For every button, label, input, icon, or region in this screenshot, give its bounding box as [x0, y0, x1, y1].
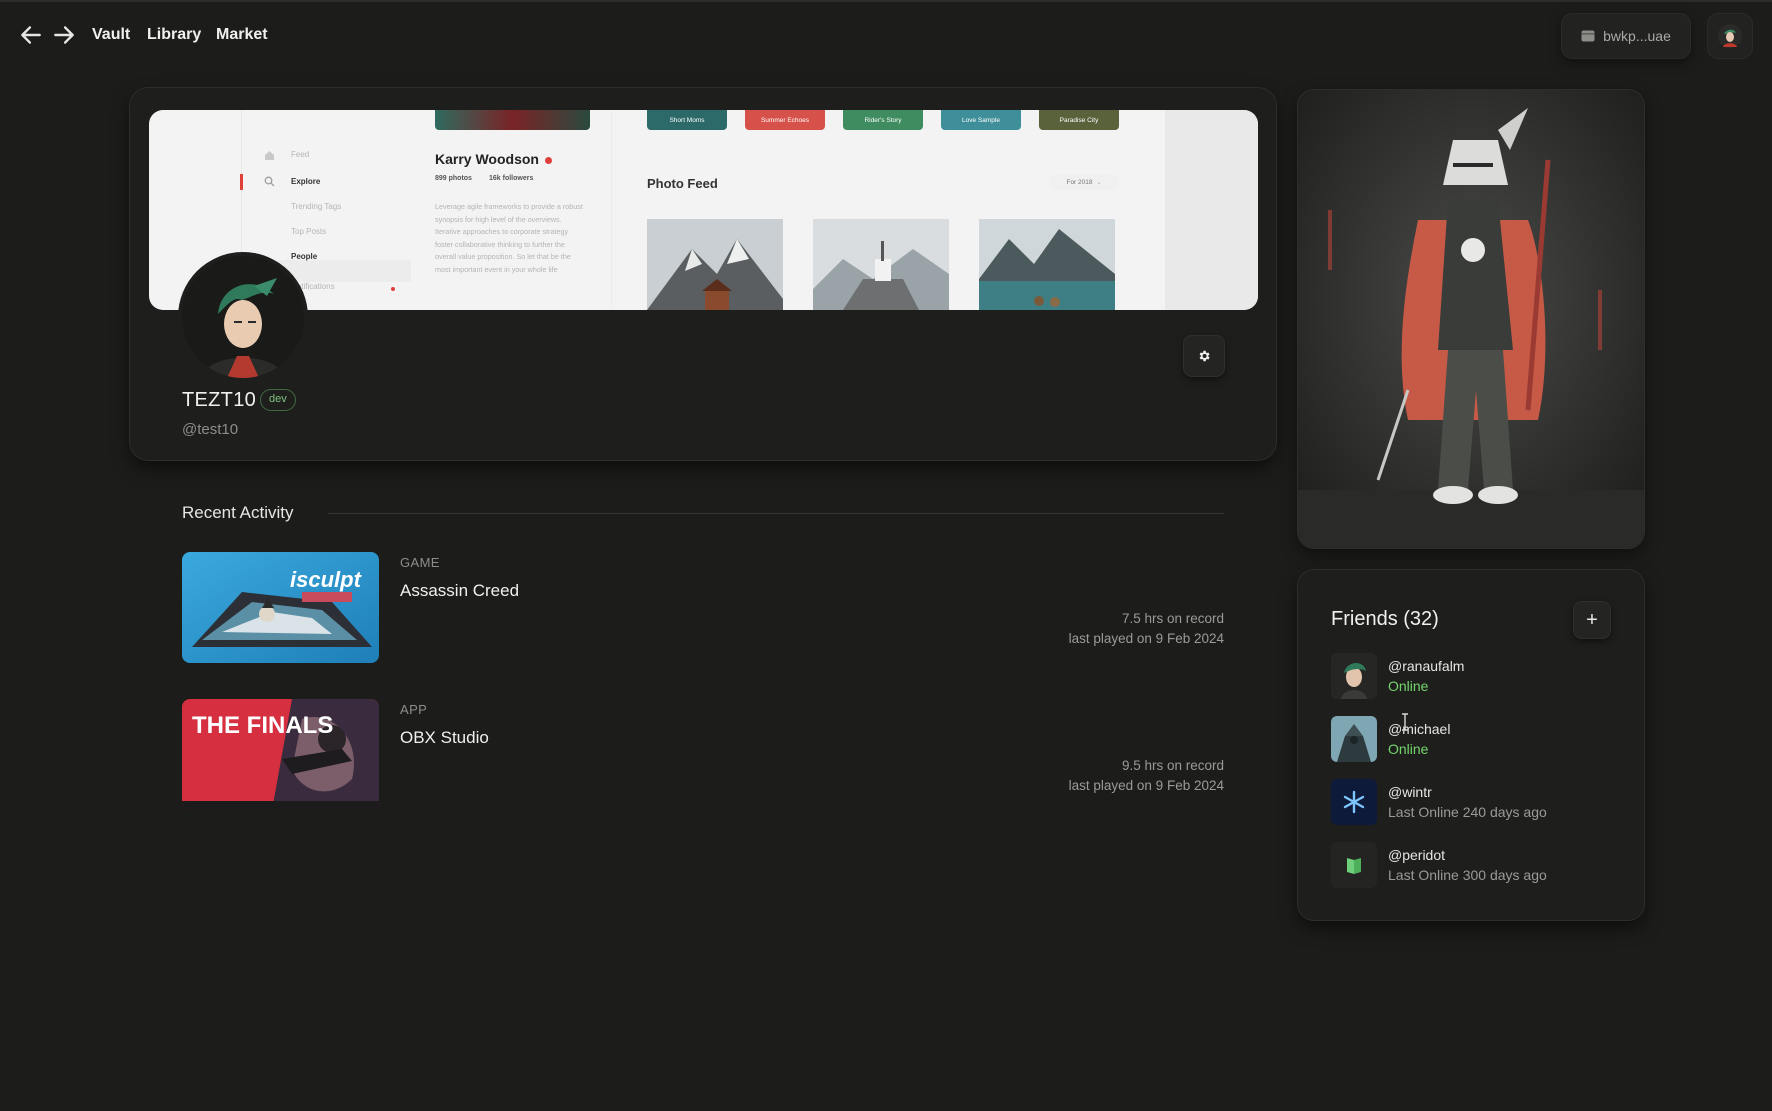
friend-handle[interactable]: @wintr	[1388, 784, 1432, 800]
banner-nav-top-posts: Top Posts	[291, 227, 327, 236]
banner-nav-people: People	[291, 252, 318, 261]
nav-link-library[interactable]: Library	[147, 26, 201, 44]
arrow-right-icon[interactable]	[51, 22, 77, 48]
wallet-address: bwkp...uae	[1603, 28, 1671, 44]
banner-chip: Love Sample	[962, 116, 1000, 124]
banner-feed-filter: For 2018	[1066, 178, 1093, 186]
search-icon	[264, 176, 275, 187]
text-cursor-icon	[1402, 713, 1408, 731]
role-badge: dev	[260, 389, 296, 411]
activity-title[interactable]: OBX Studio	[400, 728, 489, 748]
activity-type: GAME	[400, 555, 440, 570]
recent-activity-title: Recent Activity	[182, 503, 294, 522]
banner-profile-name: Karry Woodson	[435, 151, 539, 167]
profile-handle: @test10	[182, 421, 239, 438]
banner-nav-feed: Feed	[291, 150, 310, 159]
banner-nav-explore: Explore	[291, 177, 321, 186]
activity-last-played: last played on 9 Feb 2024	[1068, 631, 1224, 646]
photo-mountain-cabin	[647, 219, 783, 310]
friend-status: Online	[1388, 678, 1429, 694]
wallet-button[interactable]: bwkp...uae	[1562, 14, 1690, 58]
banner-photos: 899 photos	[435, 175, 472, 182]
game-art-logo: isculpt	[290, 567, 363, 592]
arrow-left-icon[interactable]	[18, 22, 44, 48]
friend-status: Last Online 240 days ago	[1388, 804, 1547, 820]
profile-banner: Feed Explore Trending Tags Top Posts Peo…	[149, 110, 1258, 310]
photo-lake	[979, 219, 1115, 310]
photo-ship	[813, 219, 949, 310]
chevron-down-icon: ⌄	[1096, 179, 1102, 186]
friend-handle[interactable]: @ranaufalm	[1388, 658, 1464, 674]
activity-hours: 7.5 hrs on record	[1121, 611, 1224, 626]
account-avatar-button[interactable]	[1708, 14, 1752, 58]
activity-type: APP	[400, 702, 428, 717]
activity-hours: 9.5 hrs on record	[1121, 758, 1224, 773]
profile-avatar[interactable]	[182, 256, 304, 378]
friend-avatar[interactable]	[1331, 842, 1377, 888]
friend-status: Online	[1388, 741, 1429, 757]
friend-handle[interactable]: @peridot	[1388, 847, 1445, 863]
banner-feed-title: Photo Feed	[647, 176, 718, 191]
avatar	[1718, 24, 1742, 48]
add-friend-button[interactable]: +	[1574, 602, 1610, 638]
gear-icon	[1199, 350, 1210, 362]
profile-settings-button[interactable]	[1184, 336, 1224, 376]
activity-thumbnail-app[interactable]: THE FINALS	[182, 699, 379, 810]
friend-status: Last Online 300 days ago	[1388, 867, 1547, 883]
friend-avatar[interactable]	[1331, 716, 1377, 762]
book-icon	[1347, 858, 1361, 874]
nav-link-vault[interactable]: Vault	[92, 26, 130, 44]
nav-link-market[interactable]: Market	[216, 26, 268, 44]
featured-character-art	[1298, 90, 1644, 548]
activity-title[interactable]: Assassin Creed	[400, 581, 519, 601]
banner-cover-strip	[435, 110, 590, 130]
home-icon	[265, 151, 274, 160]
friend-avatar[interactable]	[1331, 779, 1377, 825]
profile-username: TEZT10	[182, 389, 257, 411]
banner-chip: Rider's Story	[864, 116, 902, 124]
friend-avatar[interactable]	[1331, 653, 1377, 699]
banner-chip: Short Moms	[669, 116, 705, 124]
banner-chip: Summer Echoes	[760, 116, 810, 124]
wallet-icon	[1581, 30, 1595, 42]
plus-icon: +	[1586, 608, 1598, 631]
banner-nav-trending: Trending Tags	[291, 202, 342, 211]
activity-thumbnail-game[interactable]: isculpt	[182, 552, 379, 663]
activity-last-played: last played on 9 Feb 2024	[1068, 778, 1224, 793]
section-divider	[328, 513, 1224, 514]
app-art-logo: THE FINALS	[192, 712, 333, 739]
friend-handle[interactable]: @michael	[1388, 721, 1450, 737]
window-top-border	[0, 0, 1772, 2]
banner-bio: Leverage agile frameworks to provide a r…	[435, 202, 583, 274]
banner-followers: 16k followers	[489, 175, 534, 182]
banner-chip: Paradise City	[1059, 116, 1099, 124]
friends-title: Friends (32)	[1331, 608, 1439, 630]
